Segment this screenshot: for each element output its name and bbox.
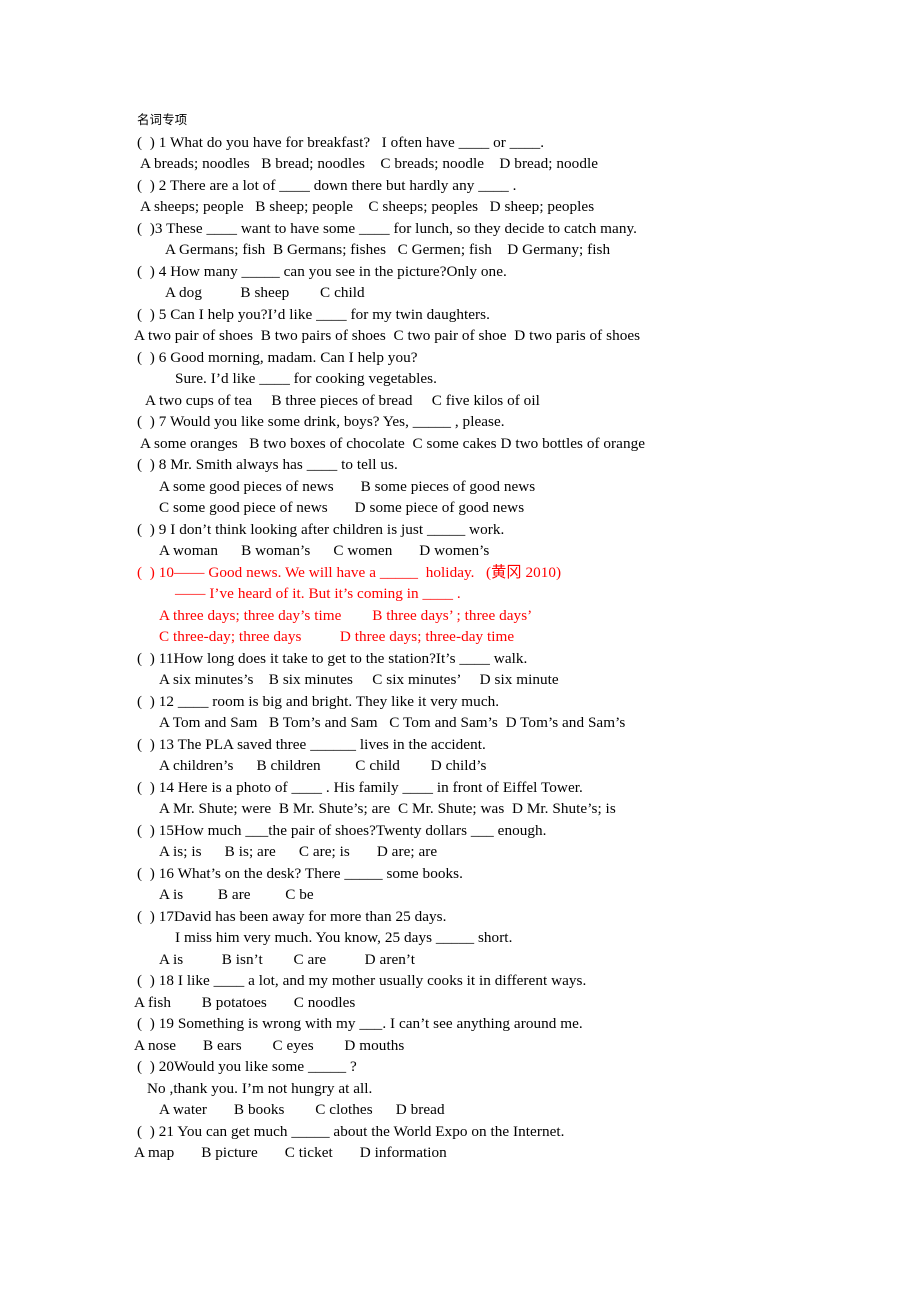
document-title: 名词专项	[137, 113, 188, 127]
document-line: A fish B potatoes C noodles	[134, 993, 356, 1011]
document-line: —— I’ve heard of it. But it’s coming in …	[175, 585, 461, 602]
document-line: A water B books C clothes D bread	[159, 1101, 445, 1118]
document-page: 名词专项 ( ) 1 What do you have for breakfast…	[0, 0, 920, 1302]
document-line: A two cups of tea B three pieces of brea…	[142, 391, 540, 409]
document-line: A six minutes’s B six minutes C six minu…	[159, 671, 559, 688]
document-line: A some oranges B two boxes of chocolate …	[137, 434, 646, 452]
document-line: ( ) 19 Something is wrong with my ___. I…	[137, 1015, 583, 1032]
document-line: ( ) 15How much ___the pair of shoes?Twen…	[137, 821, 547, 839]
document-line: ( ) 5 Can I help you?I’d like ____ for m…	[137, 305, 490, 323]
document-line: Sure. I’d like ____ for cooking vegetabl…	[175, 370, 437, 387]
document-line: ( ) 9 I don’t think looking after childr…	[137, 520, 505, 538]
document-line: ( ) 7 Would you like some drink, boys? Y…	[137, 413, 505, 430]
document-line: ( ) 12 ____ room is big and bright. They…	[137, 692, 500, 710]
document-line: A nose B ears C eyes D mouths	[134, 1036, 405, 1054]
document-line: A Mr. Shute; were B Mr. Shute’s; are C M…	[159, 800, 616, 817]
document-line: ( ) 11How long does it take to get to th…	[137, 649, 528, 667]
document-line: ( ) 4 How many _____ can you see in the …	[137, 262, 507, 280]
document-line: ( ) 8 Mr. Smith always has ____ to tell …	[137, 456, 398, 473]
document-line: A some good pieces of news B some pieces…	[159, 477, 536, 495]
document-line: A two pair of shoes B two pairs of shoes…	[134, 327, 641, 344]
document-line: A three days; three day’s time B three d…	[159, 606, 533, 624]
document-line: ( ) 2 There are a lot of ____ down there…	[137, 176, 517, 194]
document-line: A breads; noodles B bread; noodles C bre…	[137, 155, 599, 172]
document-line: ( ) 16 What’s on the desk? There _____ s…	[137, 864, 463, 882]
document-line: ( )3 These ____ want to have some ____ f…	[137, 219, 637, 237]
document-line: C three-day; three days D three days; th…	[159, 628, 515, 645]
document-line: ( ) 1 What do you have for breakfast? I …	[137, 133, 545, 151]
document-line: A is B isn’t C are D aren’t	[159, 950, 415, 968]
document-line: ( ) 18 I like ____ a lot, and my mother …	[137, 972, 587, 989]
document-line: I miss him very much. You know, 25 days …	[175, 929, 513, 946]
document-line: No ,thank you. I’m not hungry at all.	[147, 1079, 373, 1097]
document-line: ( ) 21 You can get much _____ about the …	[137, 1122, 565, 1140]
document-line: ( ) 10—— Good news. We will have a _____…	[137, 563, 562, 581]
document-line: A sheeps; people B sheep; people C sheep…	[137, 198, 595, 215]
document-line: ( ) 6 Good morning, madam. Can I help yo…	[137, 348, 418, 366]
document-line: A children’s B children C child D child’…	[159, 757, 487, 774]
document-line: ( ) 14 Here is a photo of ____ . His fam…	[137, 778, 583, 796]
document-line: ( ) 17David has been away for more than …	[137, 907, 447, 925]
document-line: C some good piece of news D some piece o…	[159, 499, 525, 516]
document-line: ( ) 13 The PLA saved three ______ lives …	[137, 735, 486, 753]
document-body: 名词专项 ( ) 1 What do you have for breakfast…	[134, 110, 837, 1164]
document-line: A map B picture C ticket D information	[134, 1144, 447, 1161]
document-line: A Germans; fish B Germans; fishes C Germ…	[165, 241, 611, 258]
document-line: A Tom and Sam B Tom’s and Sam C Tom and …	[159, 714, 626, 731]
document-line: A woman B woman’s C women D women’s	[159, 542, 490, 559]
document-line: ( ) 20Would you like some _____ ?	[137, 1058, 357, 1075]
document-line: A is B are C be	[159, 886, 314, 903]
document-line: A is; is B is; are C are; is D are; are	[159, 843, 438, 860]
document-line: A dog B sheep C child	[165, 284, 365, 301]
